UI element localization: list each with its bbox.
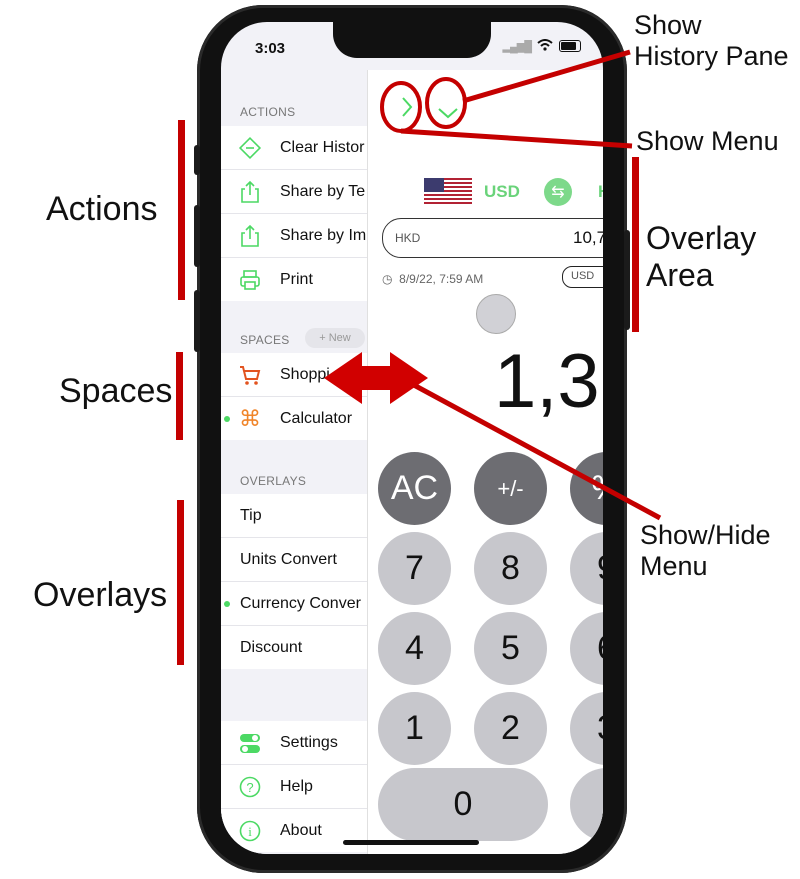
show-menu-pointer	[400, 128, 633, 149]
menu-chevron-highlight	[425, 77, 467, 129]
history-pane-pointer	[462, 49, 631, 104]
show-hide-pointer	[410, 381, 662, 521]
double-arrow-icon	[324, 352, 428, 404]
annotation-overlay-graphics	[324, 49, 662, 521]
notch	[333, 22, 491, 58]
history-chevron-highlight	[380, 81, 422, 133]
